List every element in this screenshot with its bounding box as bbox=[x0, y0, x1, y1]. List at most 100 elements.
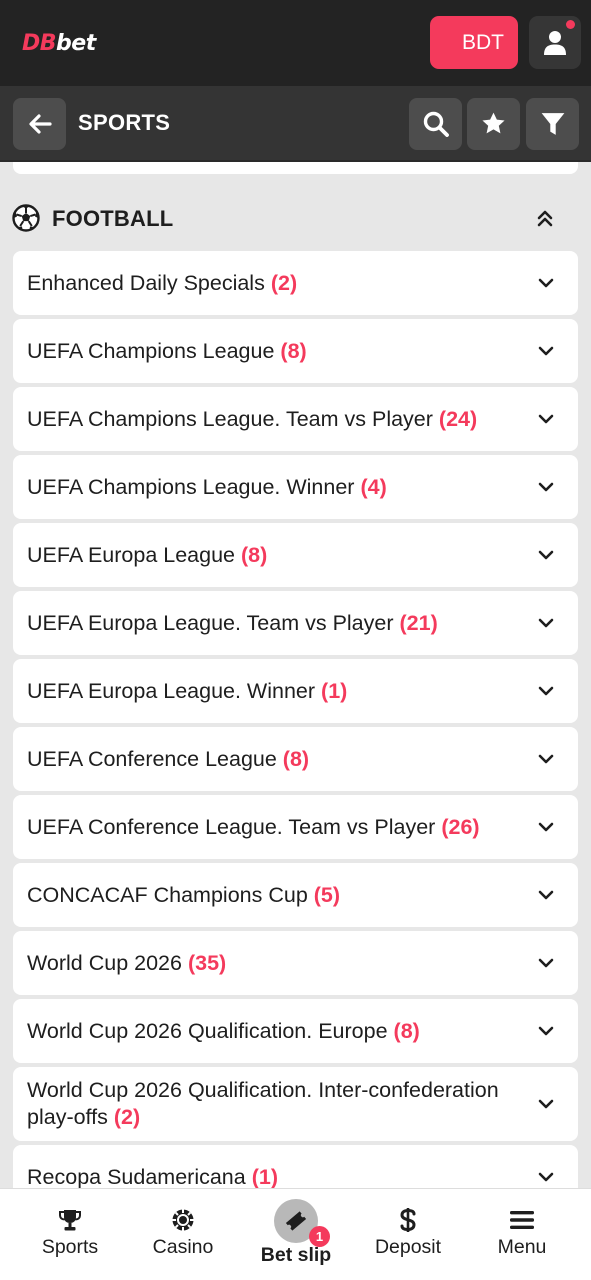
hamburger-menu-icon bbox=[510, 1211, 534, 1229]
league-count: (8) bbox=[280, 338, 307, 363]
chevron-down-icon bbox=[538, 754, 554, 764]
league-item[interactable]: UEFA Conference League (8) bbox=[13, 727, 578, 791]
nav-casino-label: Casino bbox=[152, 1236, 214, 1258]
filter-button[interactable] bbox=[526, 98, 579, 150]
league-count: (8) bbox=[282, 746, 310, 771]
chevron-down-icon bbox=[538, 890, 554, 900]
league-item[interactable]: CONCACAF Champions Cup (5) bbox=[13, 863, 578, 927]
league-title: Recopa Sudamericana bbox=[27, 1164, 246, 1189]
league-name: World Cup 2026 (35) bbox=[27, 950, 226, 977]
league-item[interactable]: Recopa Sudamericana (1) bbox=[13, 1145, 578, 1188]
league-name: UEFA Champions League. Winner (4) bbox=[27, 474, 387, 501]
league-count: (8) bbox=[393, 1018, 420, 1043]
league-item[interactable]: UEFA Europa League (8) bbox=[13, 523, 578, 587]
trophy-icon bbox=[59, 1210, 81, 1231]
league-title: UEFA Conference League bbox=[27, 746, 277, 771]
sports-content[interactable]: FOOTBALL Enhanced Daily Specials (2) UEF… bbox=[0, 162, 591, 1188]
back-button[interactable] bbox=[13, 98, 66, 150]
sports-toolbar: SPORTS bbox=[0, 86, 591, 162]
league-name: CONCACAF Champions Cup (5) bbox=[27, 882, 340, 909]
dbbet-logo[interactable]: DBbet bbox=[22, 26, 96, 60]
nav-sports-label: Sports bbox=[41, 1236, 99, 1258]
league-title: World Cup 2026 bbox=[27, 950, 182, 975]
league-name: UEFA Champions League. Team vs Player (2… bbox=[27, 406, 477, 433]
currency-label: BDT bbox=[462, 30, 504, 54]
chevron-down-icon bbox=[538, 1026, 554, 1036]
league-title: UEFA Champions League. Team vs Player bbox=[27, 406, 433, 431]
nav-betslip-label: Bet slip bbox=[260, 1244, 332, 1266]
nav-menu[interactable]: Menu bbox=[482, 1189, 562, 1280]
league-title: UEFA Europa League. Team vs Player bbox=[27, 610, 394, 635]
betslip-circle: 1 bbox=[274, 1199, 330, 1247]
filter-icon bbox=[541, 113, 564, 135]
league-title: UEFA Conference League. Team vs Player bbox=[27, 814, 436, 839]
nav-deposit[interactable]: Deposit bbox=[365, 1189, 451, 1280]
league-title: UEFA Champions League bbox=[27, 338, 275, 363]
league-name: UEFA Conference League (8) bbox=[27, 746, 309, 773]
league-item[interactable]: Enhanced Daily Specials (2) bbox=[13, 251, 578, 315]
league-item[interactable]: World Cup 2026 Qualification. Inter-conf… bbox=[13, 1067, 578, 1141]
league-title: UEFA Champions League. Winner bbox=[27, 474, 355, 499]
nav-menu-label: Menu bbox=[497, 1236, 547, 1258]
league-name: UEFA Europa League (8) bbox=[27, 542, 267, 569]
chevron-down-icon bbox=[538, 482, 554, 492]
chevron-down-icon bbox=[538, 346, 554, 356]
league-count: (26) bbox=[441, 814, 480, 839]
league-item[interactable]: UEFA Europa League. Winner (1) bbox=[13, 659, 578, 723]
league-name: Recopa Sudamericana (1) bbox=[27, 1164, 278, 1189]
league-name: UEFA Europa League. Winner (1) bbox=[27, 678, 347, 705]
dollar-icon bbox=[400, 1208, 416, 1232]
search-icon bbox=[423, 111, 449, 137]
sport-header-football[interactable]: FOOTBALL bbox=[0, 198, 591, 238]
league-count: (21) bbox=[399, 610, 438, 635]
league-name: UEFA Champions League (8) bbox=[27, 338, 307, 365]
notification-dot bbox=[566, 20, 575, 29]
chevron-down-icon bbox=[538, 1099, 554, 1109]
league-title: World Cup 2026 Qualification. Inter-conf… bbox=[27, 1078, 499, 1129]
nav-betslip[interactable]: 1 Bet slip bbox=[246, 1189, 346, 1280]
chevron-down-icon bbox=[538, 618, 554, 628]
user-button[interactable] bbox=[529, 16, 581, 69]
league-title: Enhanced Daily Specials bbox=[27, 270, 265, 295]
league-count: (4) bbox=[360, 474, 387, 499]
league-name: UEFA Conference League. Team vs Player (… bbox=[27, 814, 480, 841]
league-item[interactable]: World Cup 2026 (35) bbox=[13, 931, 578, 995]
league-count: (5) bbox=[313, 882, 341, 907]
chevron-down-icon bbox=[538, 958, 554, 968]
search-button[interactable] bbox=[409, 98, 462, 150]
league-count: (24) bbox=[438, 406, 478, 431]
league-name: World Cup 2026 Qualification. Europe (8) bbox=[27, 1018, 420, 1045]
league-title: CONCACAF Champions Cup bbox=[27, 882, 308, 907]
league-count: (2) bbox=[113, 1105, 141, 1129]
logo-text-bet: bet bbox=[56, 30, 96, 56]
league-item[interactable]: UEFA Champions League. Winner (4) bbox=[13, 455, 578, 519]
league-count: (8) bbox=[240, 542, 268, 567]
league-item[interactable]: UEFA Champions League. Team vs Player (2… bbox=[13, 387, 578, 451]
nav-deposit-label: Deposit bbox=[374, 1236, 442, 1258]
league-item[interactable]: UEFA Europa League. Team vs Player (21) bbox=[13, 591, 578, 655]
logo-text-db: DB bbox=[22, 30, 57, 56]
nav-casino[interactable]: Casino bbox=[143, 1189, 223, 1280]
betslip-count-badge: 1 bbox=[309, 1226, 330, 1247]
football-icon bbox=[12, 204, 40, 232]
league-item[interactable]: UEFA Conference League. Team vs Player (… bbox=[13, 795, 578, 859]
league-title: UEFA Europa League. Winner bbox=[27, 678, 316, 703]
league-count: (1) bbox=[321, 678, 348, 703]
chevron-down-icon bbox=[538, 686, 554, 696]
bottom-nav: Sports Casino 1 Bet slip Deposit Menu bbox=[0, 1188, 591, 1280]
league-name: UEFA Europa League. Team vs Player (21) bbox=[27, 610, 438, 637]
chevrons-up-icon[interactable] bbox=[535, 208, 555, 228]
currency-button[interactable]: BDT bbox=[430, 16, 518, 69]
league-title: World Cup 2026 Qualification. Europe bbox=[27, 1018, 388, 1043]
previous-section-card bbox=[13, 162, 578, 174]
nav-sports[interactable]: Sports bbox=[30, 1189, 110, 1280]
user-icon bbox=[544, 30, 566, 55]
league-item[interactable]: World Cup 2026 Qualification. Europe (8) bbox=[13, 999, 578, 1063]
sport-name: FOOTBALL bbox=[52, 206, 174, 231]
league-count: (1) bbox=[251, 1164, 278, 1189]
favorites-button[interactable] bbox=[467, 98, 520, 150]
star-icon bbox=[482, 112, 505, 134]
league-item[interactable]: UEFA Champions League (8) bbox=[13, 319, 578, 383]
league-title: UEFA Europa League bbox=[27, 542, 235, 567]
chevron-down-icon bbox=[538, 550, 554, 560]
